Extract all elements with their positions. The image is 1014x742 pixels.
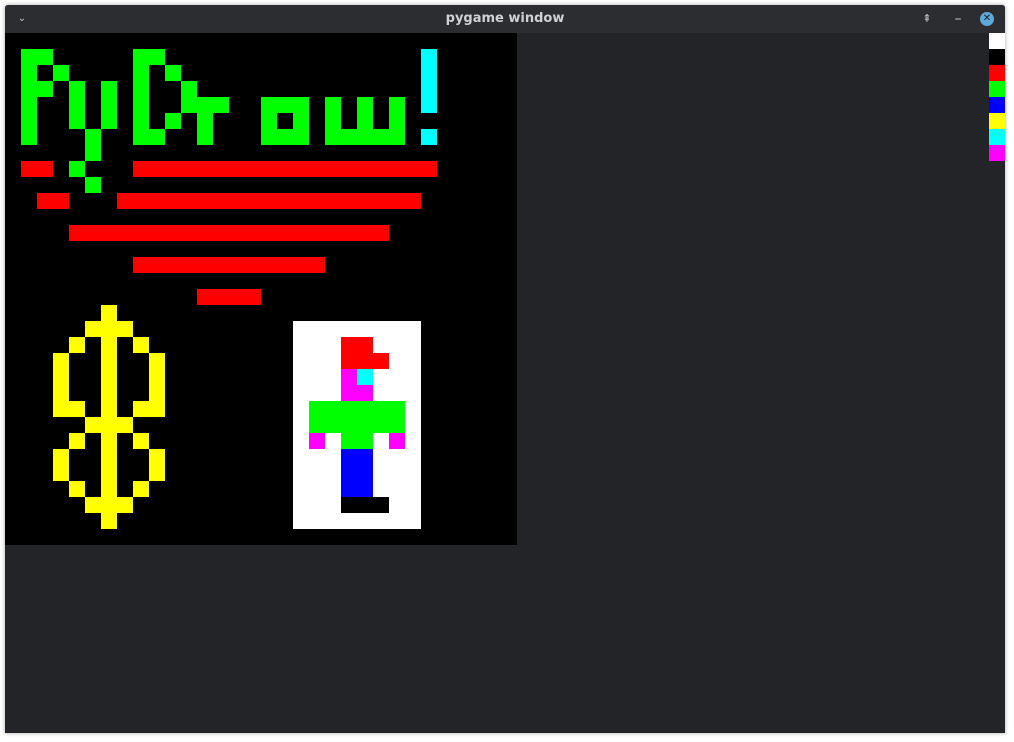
character-card [293,321,421,529]
title-bar[interactable]: ⌄ pygame window ⇞ – ✕ [5,5,1005,33]
swatch-red[interactable] [989,65,1005,81]
letter-p [21,49,69,145]
letter-a [261,97,309,145]
drawing-canvas[interactable] [5,33,517,545]
pygame-window: ⌄ pygame window ⇞ – ✕ [5,5,1005,733]
letter-r [197,97,229,145]
dollar-sign [53,305,165,529]
swatch-white[interactable] [989,33,1005,49]
letter-d [133,49,197,145]
red-stripes [21,161,437,305]
window-title: pygame window [445,11,565,26]
pixel-art [21,49,437,529]
minimize-button[interactable]: – [951,5,965,33]
swatch-black[interactable] [989,49,1005,65]
swatch-blue[interactable] [989,97,1005,113]
close-button[interactable]: ✕ [980,12,994,26]
swatch-green[interactable] [989,81,1005,97]
color-palette [989,33,1005,161]
exclamation-mark [421,49,437,145]
letter-w [325,97,405,145]
keep-above-icon[interactable]: ⇞ [919,5,935,33]
swatch-yellow[interactable] [989,113,1005,129]
swatch-cyan[interactable] [989,129,1005,145]
letter-y [69,81,117,193]
swatch-magenta[interactable] [989,145,1005,161]
